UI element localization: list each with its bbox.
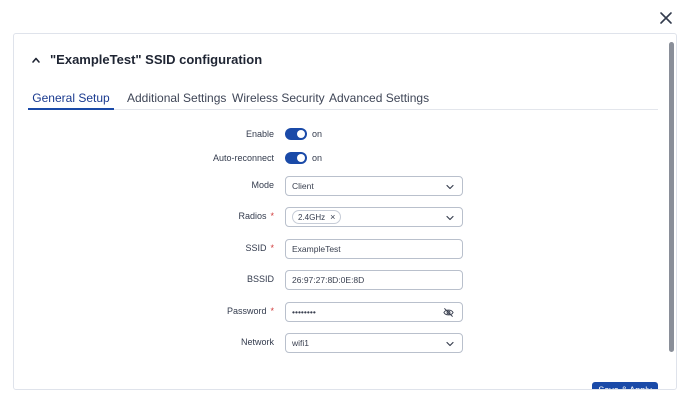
- enable-switch[interactable]: [285, 128, 307, 140]
- password-label: Password *: [227, 306, 274, 316]
- network-row: Network wifi1: [14, 333, 674, 353]
- ssid-label: SSID *: [245, 243, 274, 253]
- enable-row: Enable on: [14, 125, 674, 145]
- tab-bar: General Setup Additional Settings Wirele…: [28, 84, 658, 110]
- password-row: Password * ••••••••: [14, 302, 674, 322]
- section-header[interactable]: "ExampleTest" SSID configuration: [30, 52, 262, 67]
- tab-general-setup[interactable]: General Setup: [28, 84, 114, 110]
- bssid-label: BSSID: [246, 274, 274, 284]
- radio-chip-label: 2.4GHz: [298, 212, 326, 222]
- chevron-down-icon: [446, 214, 454, 222]
- network-value: wifi1: [292, 338, 310, 348]
- mode-select[interactable]: Client: [285, 176, 463, 196]
- ssid-input[interactable]: ExampleTest: [285, 239, 463, 259]
- ssid-value: ExampleTest: [292, 244, 341, 254]
- tab-advanced-settings[interactable]: Advanced Settings: [329, 84, 429, 110]
- radios-select[interactable]: 2.4GHz ×: [285, 207, 463, 227]
- radios-label-text: Radios: [238, 211, 267, 221]
- radios-label: Radios *: [238, 211, 274, 221]
- bssid-row: BSSID 26:97:27:8D:0E:8D: [14, 270, 674, 290]
- bssid-input[interactable]: 26:97:27:8D:0E:8D: [285, 270, 463, 290]
- section-title: "ExampleTest" SSID configuration: [50, 52, 263, 67]
- mode-label: Mode: [251, 180, 274, 190]
- tab-additional-settings[interactable]: Additional Settings: [127, 84, 226, 110]
- network-label: Network: [240, 337, 274, 347]
- close-button[interactable]: [656, 8, 676, 28]
- chevron-up-icon[interactable]: [30, 54, 42, 66]
- chip-remove-icon[interactable]: ×: [330, 212, 335, 222]
- close-icon: [660, 12, 672, 24]
- mode-value: Client: [292, 181, 314, 191]
- ssid-label-text: SSID: [245, 243, 267, 253]
- required-marker: *: [270, 211, 274, 221]
- password-input[interactable]: ••••••••: [285, 302, 463, 322]
- enable-toggle[interactable]: on: [285, 128, 322, 140]
- radios-row: Radios * 2.4GHz ×: [14, 207, 674, 227]
- enable-state: on: [312, 129, 323, 139]
- password-value: ••••••••: [292, 307, 316, 317]
- auto-reconnect-switch[interactable]: [285, 152, 307, 164]
- ssid-row: SSID * ExampleTest: [14, 239, 674, 259]
- auto-reconnect-row: Auto-reconnect on: [14, 149, 674, 169]
- enable-label: Enable: [245, 129, 274, 139]
- chevron-down-icon: [446, 340, 454, 348]
- bssid-value: 26:97:27:8D:0E:8D: [292, 275, 365, 285]
- auto-reconnect-toggle[interactable]: on: [285, 152, 322, 164]
- required-marker: *: [270, 243, 274, 253]
- chevron-down-icon: [446, 183, 454, 191]
- password-label-text: Password: [226, 306, 267, 316]
- auto-reconnect-state: on: [312, 153, 323, 163]
- network-select[interactable]: wifi1: [285, 333, 463, 353]
- mode-row: Mode Client: [14, 176, 674, 196]
- radio-chip: 2.4GHz ×: [292, 210, 342, 224]
- eye-off-icon[interactable]: [443, 307, 454, 318]
- required-marker: *: [270, 306, 274, 316]
- auto-reconnect-label: Auto-reconnect: [212, 153, 274, 163]
- save-apply-button[interactable]: Save & Apply: [592, 382, 658, 389]
- tab-wireless-security[interactable]: Wireless Security: [232, 84, 325, 110]
- ssid-config-panel: "ExampleTest" SSID configuration General…: [13, 33, 677, 390]
